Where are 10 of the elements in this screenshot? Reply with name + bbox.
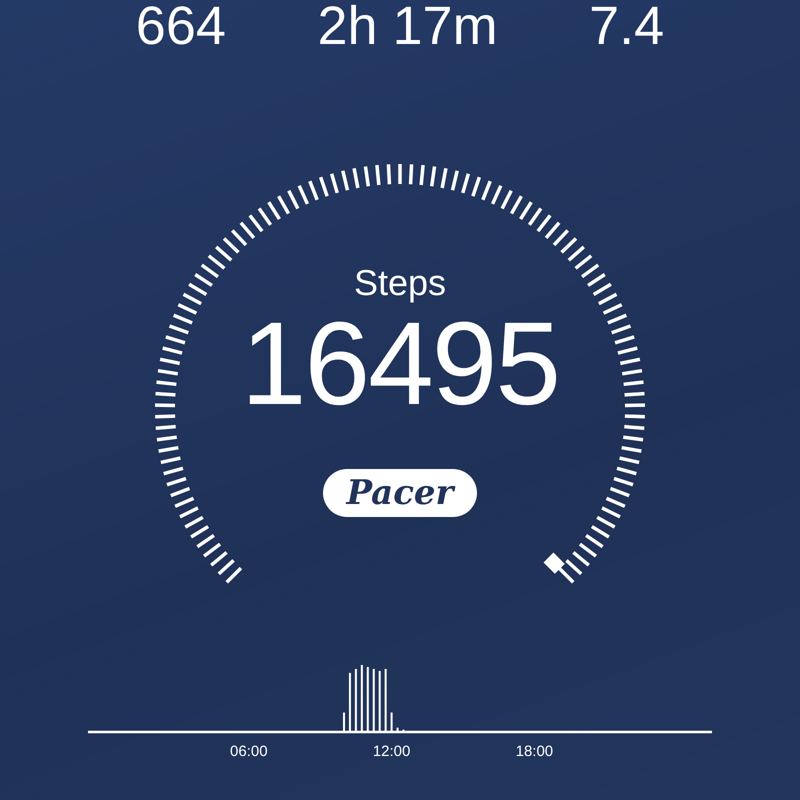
stat-value: 2h 17m xyxy=(317,4,498,48)
stat-value: 664 xyxy=(136,4,226,48)
time-tick-label: 06:00 xyxy=(230,743,268,760)
steps-label: Steps xyxy=(354,262,446,304)
stat-value: 7.4 xyxy=(589,4,664,48)
pacer-logo-button[interactable]: Pacer xyxy=(323,469,477,517)
time-tick-label: 18:00 xyxy=(516,743,554,760)
activity-bars-drawing xyxy=(343,665,404,731)
time-tick-label: 12:00 xyxy=(372,743,410,760)
steps-count: 16495 xyxy=(240,304,560,424)
